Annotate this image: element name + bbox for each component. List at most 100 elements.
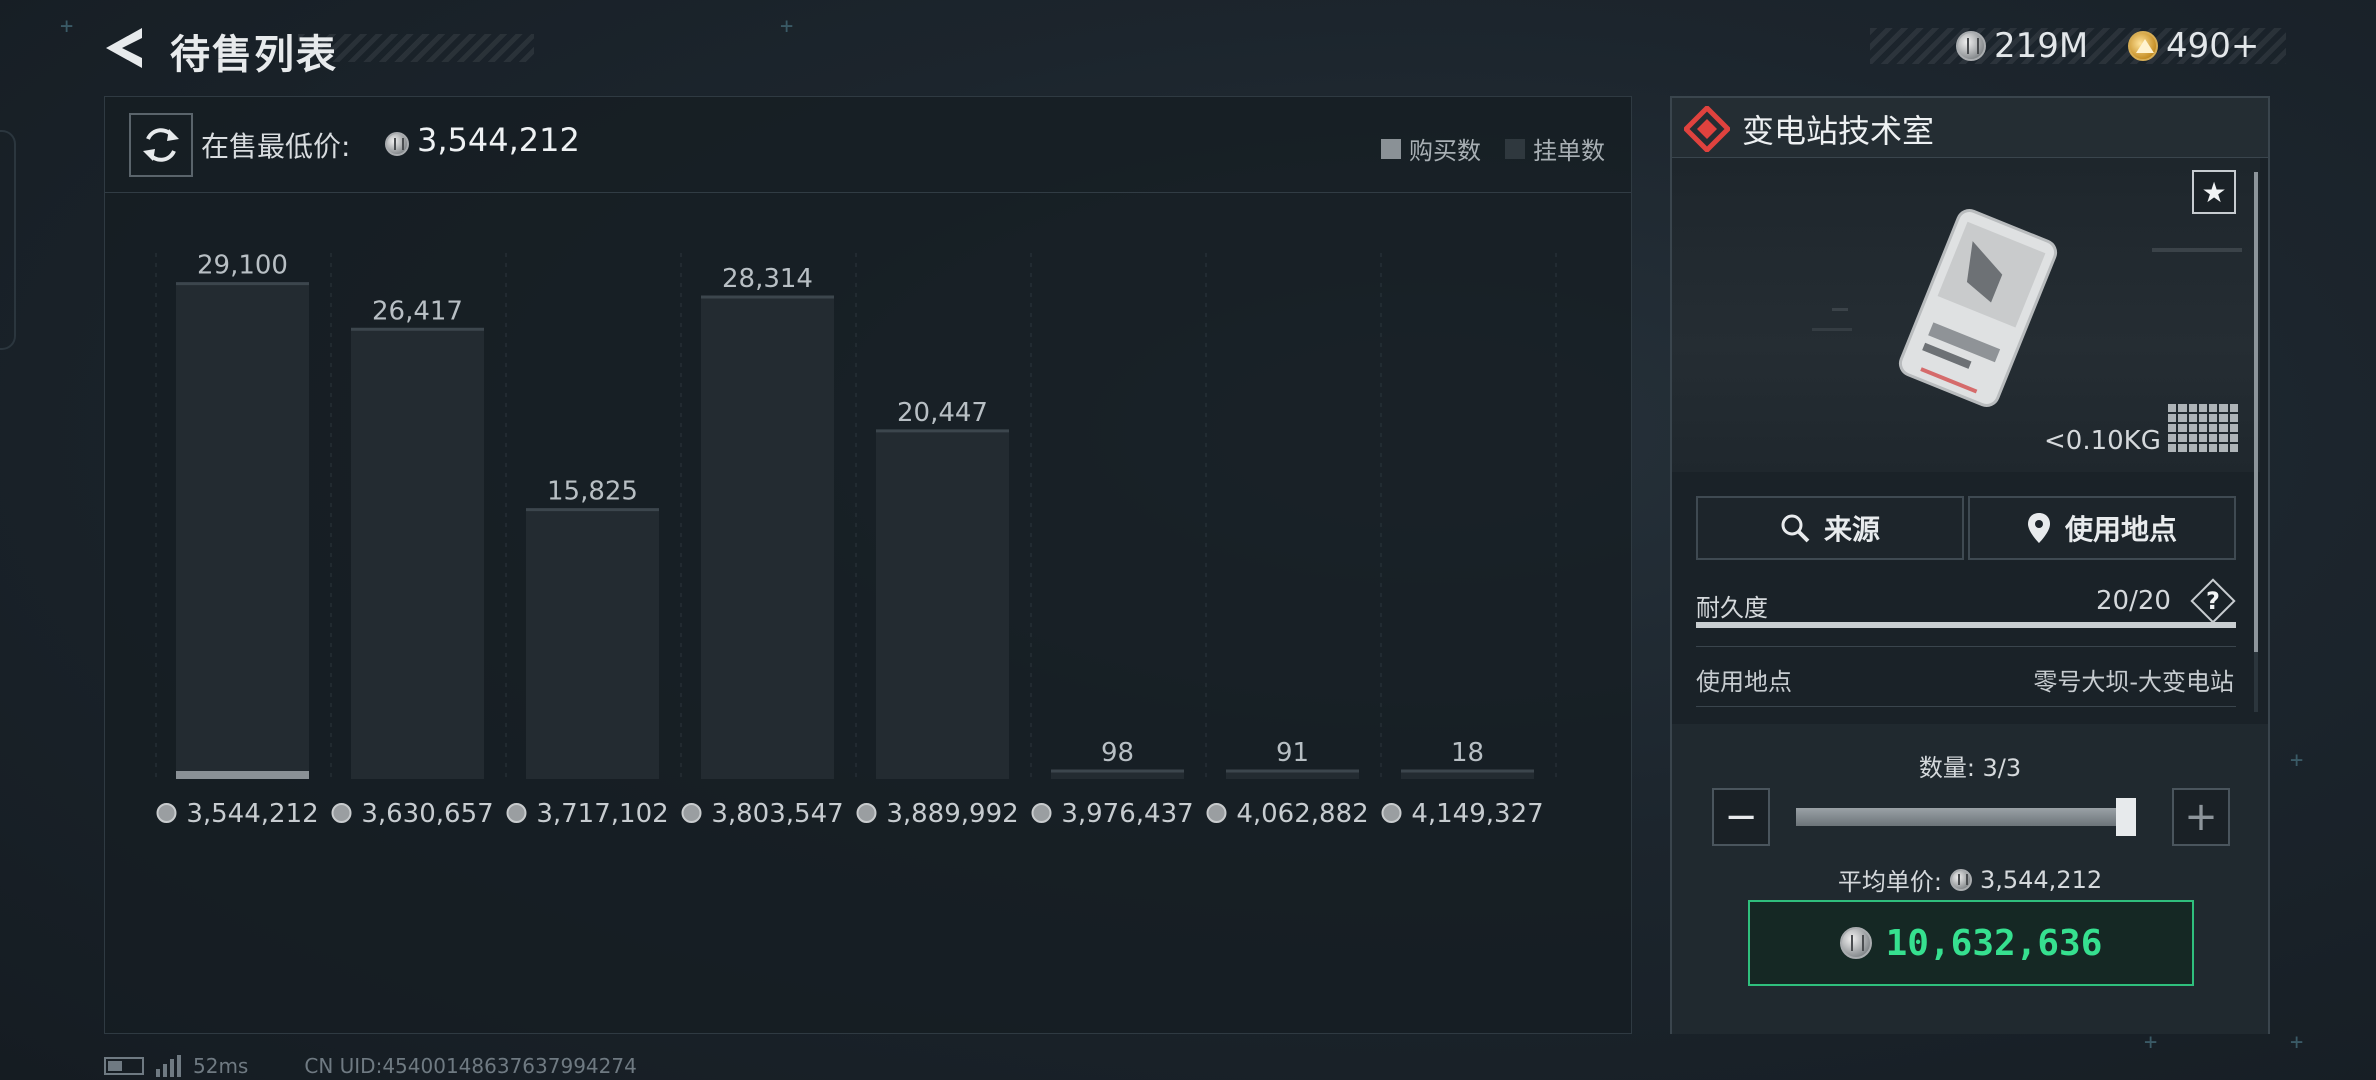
silver-currency: 219M — [1956, 26, 2088, 66]
bar-value-label: 26,417 — [372, 296, 463, 326]
price-tick-label: 3,630,657 — [361, 799, 493, 829]
silver-coin-icon — [1031, 803, 1052, 823]
location-value: 零号大坝-大变电站 — [2033, 668, 2234, 696]
silver-amount: 219M — [1994, 26, 2089, 66]
legend-list-label: 挂单数 — [1533, 137, 1605, 165]
legend-list: 挂单数 — [1505, 131, 1605, 166]
search-icon — [1781, 514, 1810, 543]
gold-coin-icon — [2128, 31, 2158, 61]
price-tick-label: 3,889,992 — [886, 799, 1018, 829]
increase-quantity-button[interactable]: + — [2172, 788, 2230, 846]
help-icon: ? — [2206, 587, 2220, 615]
quantity-label: 数量: 3/3 — [1918, 754, 2022, 782]
refresh-button[interactable] — [129, 113, 193, 177]
listing-bar[interactable] — [176, 283, 309, 779]
silver-coin-icon — [331, 803, 352, 823]
listing-bar[interactable] — [526, 509, 659, 779]
help-button[interactable]: ? — [2194, 582, 2232, 620]
crosshair-deco: + — [2290, 1030, 2304, 1055]
average-price: 平均单价: 3,544,212 — [1672, 862, 2268, 897]
signal-icon — [156, 1055, 181, 1077]
price-tick-label: 3,717,102 — [536, 799, 668, 829]
listing-bar[interactable] — [876, 430, 1009, 779]
uid-text: CN UID:454001486376379942​74 — [304, 1054, 637, 1078]
average-price-label: 平均单价: — [1837, 868, 1942, 896]
decrease-quantity-button[interactable]: − — [1712, 788, 1770, 846]
legend-buy-label: 购买数 — [1409, 137, 1481, 165]
legend-swatch-list — [1505, 138, 1525, 159]
silver-coin-icon — [1949, 868, 1972, 891]
silver-coin-icon — [1956, 31, 1986, 61]
back-button[interactable] — [102, 24, 148, 72]
price-tick-label: 4,149,327 — [1411, 799, 1543, 829]
item-detail-panel: 变电站技术室 ★ <0.10KG 来源 使用地点 耐久度 20/20 ? 使用地… — [1670, 96, 2270, 1034]
item-category-icon — [1684, 106, 1730, 152]
location-pin-icon — [2027, 513, 2050, 543]
divider — [1696, 646, 2236, 647]
durability-bar — [1696, 622, 2236, 628]
silver-coin-icon — [1381, 803, 1402, 823]
source-button[interactable]: 来源 — [1696, 496, 1964, 560]
status-bar: 52ms CN UID:454001486376379942​74 — [104, 1054, 637, 1078]
listing-chart-panel: 在售最低价: 3,544,212 购买数 挂单数 29,100 3,544,212… — [104, 96, 1632, 1034]
source-label: 来源 — [1823, 513, 1880, 546]
minus-icon: − — [1724, 794, 1758, 840]
silver-coin-icon — [385, 132, 409, 156]
gold-currency[interactable]: 490+ — [2128, 26, 2259, 66]
bar-value-label: 18 — [1451, 738, 1484, 768]
price-tick-label: 3,803,547 — [711, 799, 843, 829]
star-icon: ★ — [2201, 175, 2227, 209]
bar-value-label: 98 — [1101, 738, 1134, 768]
side-handle — [0, 130, 16, 350]
legend-swatch-buy — [1381, 138, 1401, 159]
item-header: 变电站技术室 — [1672, 98, 2268, 158]
crosshair-deco: + — [60, 14, 74, 39]
bar-value-label: 20,447 — [897, 398, 988, 428]
scrollbar-thumb[interactable] — [2254, 172, 2258, 652]
crosshair-deco: + — [780, 14, 794, 39]
silver-coin-icon — [856, 803, 877, 823]
total-price: 10,632,636 — [1885, 922, 2103, 964]
back-arrow-icon — [106, 28, 142, 68]
battery-icon — [104, 1057, 144, 1075]
gold-amount: 490+ — [2166, 26, 2260, 66]
durability-label: 耐久度 — [1696, 594, 1768, 622]
silver-coin-icon — [1839, 927, 1872, 959]
quantity-slider-thumb[interactable] — [2116, 798, 2136, 836]
lowest-price-value: 3,544,212 — [417, 121, 580, 159]
use-location-label: 使用地点 — [2064, 513, 2177, 546]
item-weight: <0.10KG — [2044, 426, 2161, 456]
price-tick-label: 3,544,212 — [186, 799, 318, 829]
durability-value: 20/20 — [2096, 586, 2171, 616]
price-tick-label: 3,976,437 — [1061, 799, 1193, 829]
bar-value-label: 15,825 — [547, 477, 638, 507]
listing-bar[interactable] — [351, 329, 484, 779]
buy-button[interactable]: 10,632,636 — [1748, 900, 2194, 986]
grid-size-icon — [2168, 404, 2238, 452]
crosshair-deco: + — [2290, 748, 2304, 773]
silver-coin-icon — [681, 803, 702, 823]
divider — [1696, 706, 2236, 707]
silver-coin-icon — [156, 803, 177, 823]
location-label: 使用地点 — [1696, 668, 1792, 696]
silver-coin-icon — [1206, 803, 1227, 823]
plus-icon: + — [2184, 794, 2218, 840]
average-price-value: 3,544,212 — [1979, 865, 2103, 894]
item-name: 变电站技术室 — [1742, 112, 1935, 150]
lowest-price-label: 在售最低价: — [201, 130, 351, 163]
silver-coin-icon — [506, 803, 527, 823]
chart-header: 在售最低价: 3,544,212 购买数 挂单数 — [105, 97, 1631, 193]
bar-value-label: 28,314 — [722, 264, 813, 294]
listing-bar[interactable] — [701, 297, 834, 779]
bar-value-label: 91 — [1276, 738, 1309, 768]
refresh-icon — [143, 128, 179, 162]
favorite-star-button[interactable]: ★ — [2192, 170, 2236, 214]
use-location-button[interactable]: 使用地点 — [1968, 496, 2236, 560]
buy-bar — [176, 771, 309, 779]
price-tick-label: 4,062,882 — [1236, 799, 1368, 829]
listing-bar-chart: 29,100 3,544,212 26,417 3,630,657 15,825 3,71… — [155, 251, 1557, 829]
bar-value-label: 29,100 — [197, 251, 288, 281]
page-title: 待售列表 — [170, 32, 338, 78]
quantity-slider-fill — [1796, 808, 2136, 826]
ping-text: 52ms — [193, 1054, 249, 1078]
